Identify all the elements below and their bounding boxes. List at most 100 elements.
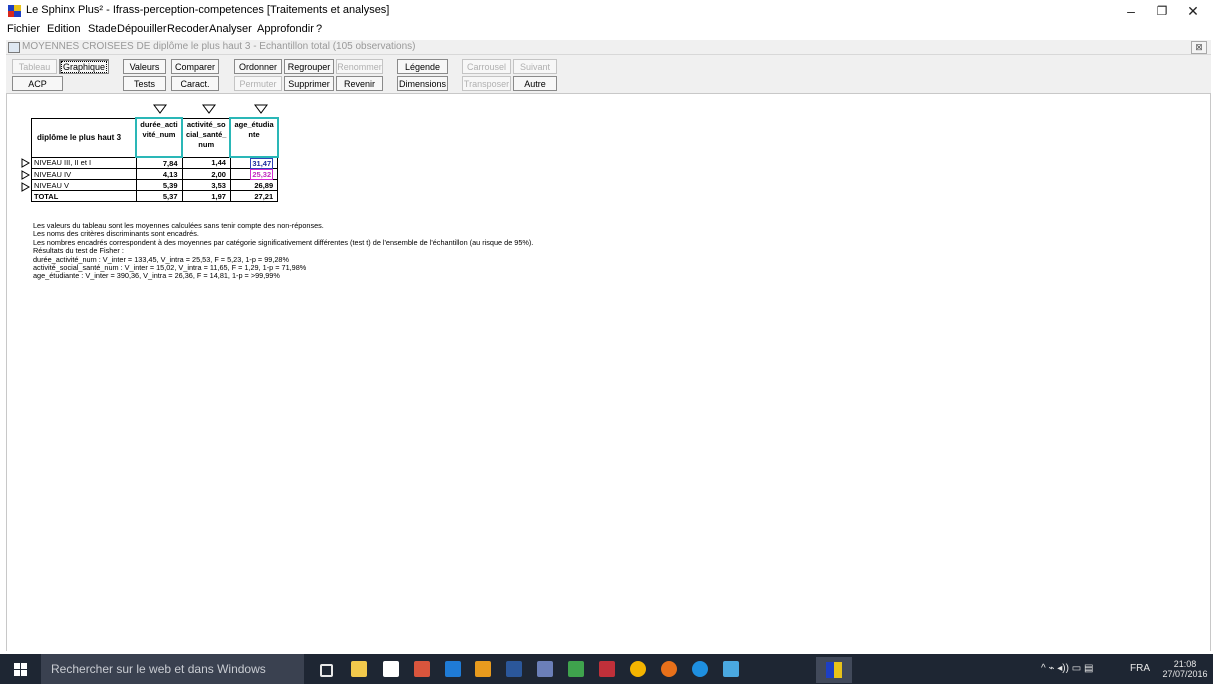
column-sort-triangle-icon[interactable] bbox=[153, 104, 167, 114]
media-player-icon[interactable] bbox=[445, 661, 461, 677]
sphinx-app-icon bbox=[8, 5, 21, 17]
firefox-icon[interactable] bbox=[661, 661, 677, 677]
window-title: Le Sphinx Plus² - Ifrass-perception-comp… bbox=[26, 4, 390, 16]
spreadsheet-app-icon[interactable] bbox=[568, 661, 584, 677]
comparer-button[interactable]: Comparer bbox=[171, 59, 219, 74]
caract-button[interactable]: Caract. bbox=[171, 76, 219, 91]
table-row: NIVEAU IV 4,13 2,00 25,32 bbox=[31, 168, 279, 180]
minimize-button[interactable]: – bbox=[1116, 2, 1146, 20]
chrome-icon[interactable] bbox=[630, 661, 646, 677]
store-icon[interactable] bbox=[383, 661, 399, 677]
menu-edition[interactable]: Edition bbox=[47, 23, 81, 35]
child-window-title: MOYENNES CROISEES DE diplôme le plus hau… bbox=[22, 41, 416, 52]
note-line: age_étudiante : V_inter = 390,36, V_intr… bbox=[33, 271, 280, 281]
taskbar-search-box[interactable]: Rechercher sur le web et dans Windows bbox=[41, 654, 304, 684]
menu-recoder[interactable]: Recoder bbox=[167, 23, 209, 35]
column-sort-triangle-icon[interactable] bbox=[254, 104, 268, 114]
significant-high-value: 31,47 bbox=[250, 157, 274, 169]
menu-stade[interactable]: Stade bbox=[88, 23, 117, 35]
menu-analyser[interactable]: Analyser bbox=[209, 23, 252, 35]
tableau-button[interactable]: Tableau bbox=[12, 59, 57, 74]
revenir-button[interactable]: Revenir bbox=[336, 76, 383, 91]
menu-bar: Fichier Edition Stade Dépouiller Recoder… bbox=[0, 21, 1213, 38]
access-icon[interactable] bbox=[599, 661, 615, 677]
language-indicator[interactable]: FRA bbox=[1130, 663, 1150, 674]
table-cell: 1,44 bbox=[181, 156, 231, 169]
supprimer-button[interactable]: Supprimer bbox=[284, 76, 334, 91]
menu-help[interactable]: ? bbox=[316, 23, 322, 35]
table-total-row: TOTAL 5,37 1,97 27,21 bbox=[31, 190, 279, 202]
child-close-button[interactable]: ⊠ bbox=[1191, 41, 1207, 54]
utility-app-icon[interactable] bbox=[537, 661, 553, 677]
autre-button[interactable]: Autre bbox=[513, 76, 557, 91]
sphinx-taskbar-icon bbox=[826, 662, 842, 678]
table-cell: 3,53 bbox=[181, 179, 231, 191]
analysis-toolbar: Tableau Graphique Valeurs Comparer Ordon… bbox=[6, 55, 1211, 94]
document-icon bbox=[8, 42, 20, 53]
sphinx-taskbar-button[interactable] bbox=[816, 657, 852, 683]
child-window-title-bar: MOYENNES CROISEES DE diplôme le plus hau… bbox=[6, 40, 1211, 55]
permuter-button[interactable]: Permuter bbox=[234, 76, 282, 91]
results-notes: Les valeurs du tableau sont les moyennes… bbox=[33, 221, 533, 281]
notes-app-icon[interactable] bbox=[723, 661, 739, 677]
powerpoint-icon[interactable] bbox=[414, 661, 430, 677]
means-crosstab-table: diplôme le plus haut 3 durée_acti vité_n… bbox=[31, 117, 279, 202]
word-icon[interactable] bbox=[506, 661, 522, 677]
office-icon[interactable] bbox=[475, 661, 491, 677]
windows-taskbar: Rechercher sur le web et dans Windows ^ … bbox=[0, 654, 1213, 684]
table-cell: 27,21 bbox=[229, 190, 279, 202]
suivant-button[interactable]: Suivant bbox=[513, 59, 557, 74]
menu-depouiller[interactable]: Dépouiller bbox=[117, 23, 167, 35]
file-explorer-icon[interactable] bbox=[351, 661, 367, 677]
row-label: NIVEAU III, II et I bbox=[31, 156, 137, 169]
table-corner-label: diplôme le plus haut 3 bbox=[31, 117, 137, 158]
significant-low-value: 25,32 bbox=[250, 168, 274, 180]
clock-date: 27/07/2016 bbox=[1162, 669, 1208, 679]
table-cell: 26,89 bbox=[229, 179, 279, 191]
table-cell: 25,32 bbox=[229, 168, 279, 180]
graphique-label: Graphique bbox=[60, 61, 108, 73]
search-placeholder: Rechercher sur le web et dans Windows bbox=[51, 662, 266, 676]
regrouper-button[interactable]: Regrouper bbox=[284, 59, 334, 74]
ordonner-button[interactable]: Ordonner bbox=[234, 59, 282, 74]
windows-start-icon[interactable] bbox=[14, 663, 27, 676]
close-button[interactable]: ✕ bbox=[1178, 2, 1208, 20]
system-tray-icons[interactable]: ^ ⌁ ◂)) ▭ ▤ bbox=[1041, 663, 1093, 674]
renommer-button[interactable]: Renommer bbox=[336, 59, 383, 74]
table-cell: 4,13 bbox=[135, 168, 183, 180]
column-header[interactable]: age_étudia nte bbox=[229, 117, 279, 158]
menu-fichier[interactable]: Fichier bbox=[7, 23, 40, 35]
legende-button[interactable]: Légende bbox=[397, 59, 448, 74]
table-row: NIVEAU V 5,39 3,53 26,89 bbox=[31, 179, 279, 191]
row-label: NIVEAU V bbox=[31, 179, 137, 191]
row-select-triangle-icon[interactable] bbox=[21, 182, 30, 192]
table-cell: 7,84 bbox=[135, 156, 183, 169]
table-cell: 5,37 bbox=[135, 190, 183, 202]
column-header[interactable]: activité_so cial_santé_ num bbox=[181, 117, 231, 158]
graphique-button[interactable]: Graphique bbox=[59, 59, 109, 74]
column-header[interactable]: durée_acti vité_num bbox=[135, 117, 183, 158]
table-cell: 2,00 bbox=[181, 168, 231, 180]
clock-time: 21:08 bbox=[1173, 659, 1197, 669]
menu-approfondir[interactable]: Approfondir bbox=[257, 23, 314, 35]
transposer-button[interactable]: Transposer bbox=[462, 76, 511, 91]
tests-button[interactable]: Tests bbox=[123, 76, 166, 91]
table-row: NIVEAU III, II et I 7,84 1,44 31,47 bbox=[31, 156, 279, 169]
table-cell: 31,47 bbox=[229, 156, 279, 169]
restore-button[interactable]: ❐ bbox=[1147, 2, 1177, 20]
task-view-icon[interactable] bbox=[320, 664, 333, 677]
column-sort-triangle-icon[interactable] bbox=[202, 104, 216, 114]
table-cell: 5,39 bbox=[135, 179, 183, 191]
taskbar-clock[interactable]: 21:08 27/07/2016 bbox=[1160, 659, 1210, 679]
valeurs-button[interactable]: Valeurs bbox=[123, 59, 166, 74]
dimensions-button[interactable]: Dimensions bbox=[397, 76, 448, 91]
acp-button[interactable]: ACP bbox=[12, 76, 63, 91]
app-title-bar: Le Sphinx Plus² - Ifrass-perception-comp… bbox=[0, 0, 1213, 21]
row-label: TOTAL bbox=[31, 190, 137, 202]
row-select-triangle-icon[interactable] bbox=[21, 158, 30, 168]
row-label: NIVEAU IV bbox=[31, 168, 137, 180]
carrousel-button[interactable]: Carrousel bbox=[462, 59, 511, 74]
edge-icon[interactable] bbox=[692, 661, 708, 677]
table-cell: 1,97 bbox=[181, 190, 231, 202]
row-select-triangle-icon[interactable] bbox=[21, 170, 30, 180]
